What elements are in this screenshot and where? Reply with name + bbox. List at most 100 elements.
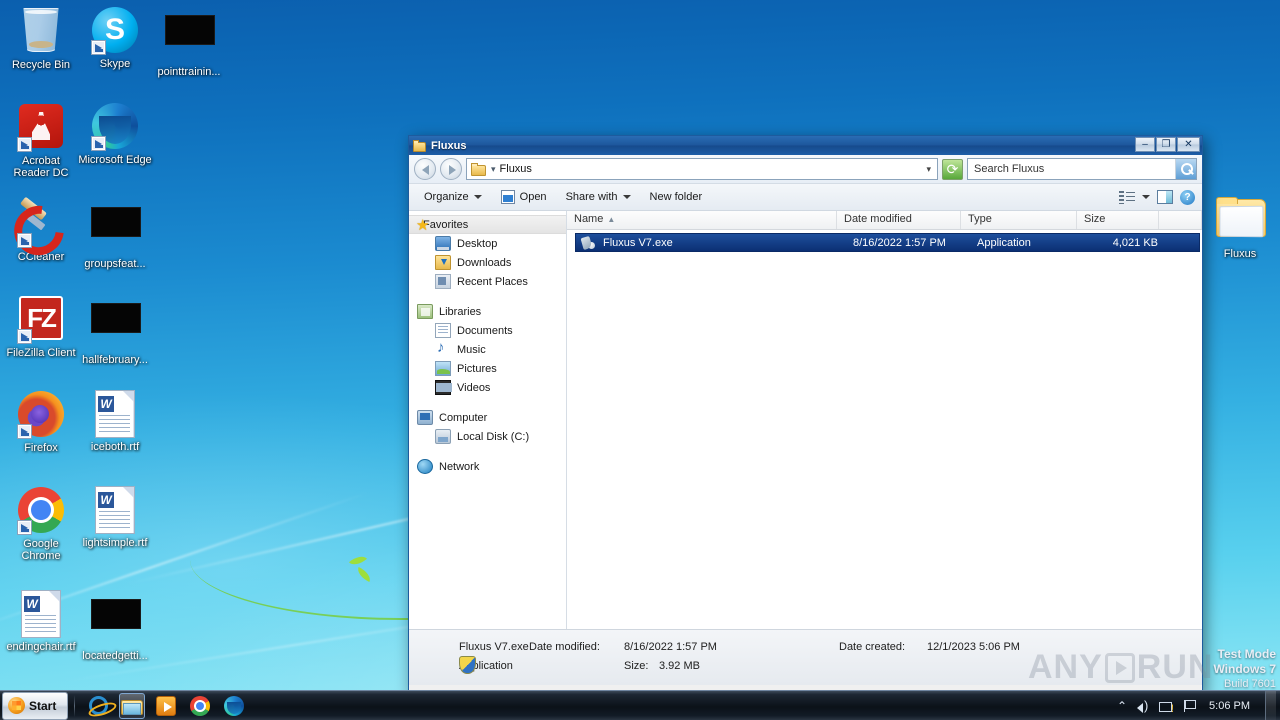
firefox-icon: [17, 391, 65, 439]
chrome-icon: [17, 487, 65, 535]
breadcrumb-current[interactable]: Fluxus: [500, 163, 532, 175]
sidebar-item-label: Music: [457, 343, 486, 356]
preview-pane-icon[interactable]: [1157, 190, 1173, 204]
desktop-icon-fluxus[interactable]: Fluxus: [1203, 194, 1277, 260]
details-date-created-label: Date created:: [839, 641, 906, 653]
share-with-label: Share with: [565, 191, 618, 203]
details-size-label: Size:: [624, 660, 649, 672]
close-button[interactable]: ✕: [1177, 137, 1200, 152]
action-center-flag-icon[interactable]: [1183, 699, 1197, 713]
sidebar-item-recent-places[interactable]: Recent Places: [409, 272, 566, 291]
desktop-icon-pointtrainin[interactable]: pointtrainin...: [152, 6, 226, 78]
chevron-down-icon: [622, 195, 631, 199]
sidebar-item-label: Documents: [457, 324, 513, 337]
file-rows[interactable]: Fluxus V7.exe 8/16/2022 1:57 PM Applicatio…: [567, 230, 1202, 252]
forward-button[interactable]: [440, 158, 462, 180]
taskbar-windows-media-player-icon[interactable]: [153, 693, 179, 719]
change-view-icon[interactable]: [1119, 190, 1135, 204]
desktop-icon-endingchair-rtf[interactable]: Wendingchair.rtf: [4, 590, 78, 653]
sidebar-item-label: Videos: [457, 381, 491, 394]
refresh-button[interactable]: [942, 158, 963, 180]
network-icon[interactable]: [1159, 699, 1174, 715]
sidebar-item-pictures[interactable]: Pictures: [409, 359, 566, 378]
show-desktop-button[interactable]: [1265, 690, 1276, 720]
column-header-date-modified[interactable]: Date modified: [837, 211, 961, 229]
back-button[interactable]: [414, 158, 436, 180]
chevron-down-icon[interactable]: [1142, 195, 1150, 199]
sidebar-item-documents[interactable]: Documents: [409, 321, 566, 340]
column-header-type[interactable]: Type: [961, 211, 1077, 229]
search-input[interactable]: Search Fluxus: [974, 163, 1044, 175]
column-header-size[interactable]: Size: [1077, 211, 1159, 229]
desktop-icon-microsoft-edge[interactable]: Microsoft Edge: [78, 102, 152, 166]
test-mode-watermark: Test Mode Windows 7 Build 7601: [1213, 647, 1276, 692]
desktop[interactable]: Recycle Bin S Skype pointtrainin... Acrobat …: [0, 0, 1280, 720]
chevron-down-icon: [473, 195, 482, 199]
desktop-icon-lightsimple-rtf[interactable]: Wlightsimple.rtf: [78, 486, 152, 549]
address-bar[interactable]: ▾ Fluxus ▾: [466, 158, 938, 180]
sidebar-item-network[interactable]: Network: [409, 457, 566, 476]
start-button[interactable]: Start: [2, 691, 68, 720]
desktop-icon-google-chrome[interactable]: Google Chrome: [4, 486, 78, 562]
shortcut-arrow-icon: [17, 137, 32, 152]
desktop-icon-acrobat-reader-dc[interactable]: Acrobat Reader DC: [4, 102, 78, 179]
start-label: Start: [29, 698, 57, 713]
column-header-label: Name: [574, 213, 604, 225]
sidebar-item-libraries[interactable]: Libraries: [409, 302, 566, 321]
help-icon[interactable]: ?: [1180, 189, 1195, 205]
volume-icon[interactable]: [1136, 698, 1150, 713]
show-hidden-icons-icon[interactable]: ⌃: [1117, 699, 1127, 713]
maximize-button[interactable]: ❐: [1156, 137, 1176, 152]
clock[interactable]: 5:06 PM: [1206, 700, 1253, 712]
sidebar-item-downloads[interactable]: Downloads: [409, 253, 566, 272]
taskbar-microsoft-edge-icon[interactable]: [221, 693, 247, 719]
taskbar-internet-explorer-icon[interactable]: [85, 693, 111, 719]
desktop-icon-filezilla-client[interactable]: FZ FileZilla Client: [4, 294, 78, 359]
sidebar-item-computer[interactable]: Computer: [409, 408, 566, 427]
sidebar-item-music[interactable]: Music: [409, 339, 566, 359]
navigation-pane[interactable]: Favorites Desktop Downloads Recent Places Li…: [409, 211, 567, 629]
details-date-modified-value: 8/16/2022 1:57 PM: [624, 641, 717, 653]
close-icon: ✕: [1184, 139, 1193, 150]
desktop-icon-iceboth-rtf[interactable]: Wiceboth.rtf: [78, 390, 152, 453]
desktop-icon-label: Recycle Bin: [11, 59, 71, 71]
search-box[interactable]: Search Fluxus: [967, 158, 1197, 180]
sidebar-item-favorites[interactable]: Favorites: [409, 215, 566, 234]
quick-launch-bar[interactable]: [81, 692, 247, 719]
desktop-icon-groupsfeat[interactable]: groupsfeat...: [78, 198, 152, 270]
desktop-icon-ccleaner[interactable]: CCleaner: [4, 198, 78, 263]
taskbar-windows-explorer-icon[interactable]: [119, 692, 145, 719]
sidebar-item-videos[interactable]: Videos: [409, 378, 566, 397]
black-icon: [165, 15, 215, 63]
desktop-icon-recycle-bin[interactable]: Recycle Bin: [4, 6, 78, 71]
window-titlebar[interactable]: Fluxus – ❐ ✕: [409, 136, 1202, 155]
desktop-icon-firefox[interactable]: Firefox: [4, 390, 78, 454]
sidebar-item-label: Desktop: [457, 237, 498, 250]
table-row[interactable]: Fluxus V7.exe 8/16/2022 1:57 PM Applicatio…: [575, 233, 1200, 252]
share-with-button[interactable]: Share with: [558, 187, 639, 207]
system-tray[interactable]: ⌃ 5:06 PM: [1117, 690, 1280, 720]
file-type-cell: Application: [977, 236, 1031, 249]
column-headers[interactable]: Name ▲ Date modified Type Size: [567, 211, 1202, 230]
minimize-button[interactable]: –: [1135, 137, 1155, 152]
desktop-icon-label: FileZilla Client: [6, 347, 76, 359]
desktop-icon-skype[interactable]: S Skype: [78, 6, 152, 70]
file-size-cell: 4,021 KB: [1112, 236, 1158, 249]
rtf-icon: W: [91, 486, 139, 534]
shortcut-arrow-icon: [17, 520, 32, 535]
taskbar[interactable]: Start ⌃ 5:06 PM: [0, 690, 1280, 720]
open-button[interactable]: Open: [493, 186, 555, 208]
new-folder-button[interactable]: New folder: [642, 187, 711, 207]
sidebar-item-desktop[interactable]: Desktop: [409, 234, 566, 253]
taskbar-google-chrome-icon[interactable]: [187, 693, 213, 719]
column-header-name[interactable]: Name ▲: [567, 211, 837, 229]
file-list-pane[interactable]: Name ▲ Date modified Type Size Fluxus V7.exe…: [567, 211, 1202, 629]
address-dropdown-icon[interactable]: ▾: [926, 164, 935, 175]
search-icon[interactable]: [1175, 159, 1196, 179]
explorer-window[interactable]: Fluxus – ❐ ✕ ▾ Fluxus ▾ Search Fluxus: [408, 135, 1203, 695]
sidebar-item-local-disk-c[interactable]: Local Disk (C:): [409, 427, 566, 446]
desktop-icon-label: Microsoft Edge: [78, 154, 152, 166]
desktop-icon-locatedgetti[interactable]: locatedgetti...: [78, 590, 152, 662]
organize-button[interactable]: Organize: [416, 187, 490, 207]
desktop-icon-hallfebruary[interactable]: hallfebruary...: [78, 294, 152, 366]
